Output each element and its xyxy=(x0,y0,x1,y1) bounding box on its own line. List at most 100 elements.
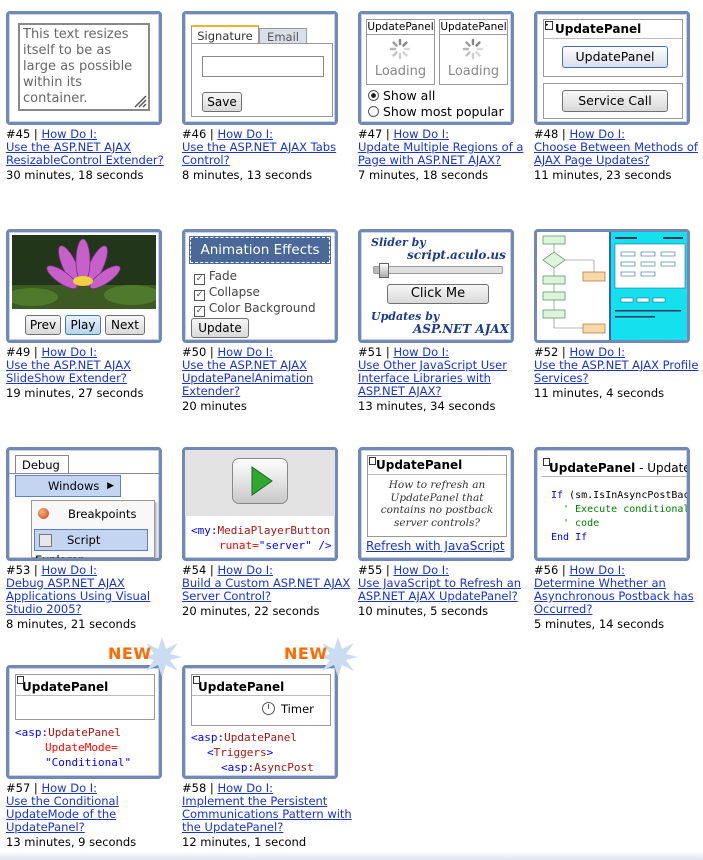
lotus-flower-photo xyxy=(12,235,156,309)
video-duration: 13 minutes, 34 seconds xyxy=(358,399,496,413)
menu-bar-line xyxy=(9,473,159,474)
video-duration: 5 minutes, 14 seconds xyxy=(534,617,665,631)
video-duration: 30 minutes, 18 seconds xyxy=(6,168,144,182)
thumbnail-45[interactable]: This text resizes itself to be as large … xyxy=(6,11,162,125)
how-do-i-link[interactable]: How Do I: xyxy=(569,345,625,359)
service-call-button: Service Call xyxy=(562,90,668,112)
spinner-icon xyxy=(389,38,411,60)
refresh-javascript-link: Refresh with JavaScript xyxy=(366,539,505,553)
new-badge: NEW xyxy=(108,644,152,663)
code-line-1: <my:MediaPlayerButton xyxy=(191,524,331,537)
thumbnail-54[interactable]: <my:MediaPlayerButton runat="server" /> xyxy=(182,447,338,561)
radio-selected-icon xyxy=(368,90,379,101)
update-panel-box: UpdatePanel How to refresh an UpdatePane… xyxy=(367,455,507,537)
windows-submenu: Breakpoints Script Explorer xyxy=(31,500,155,558)
animation-effects-header: Animation Effects xyxy=(189,236,331,264)
thumbnail-50[interactable]: Animation Effects ✓ Fade ✓ Collapse ✓ Co… xyxy=(182,229,338,343)
video-title-link[interactable]: Use the Conditional UpdateMode of the Up… xyxy=(6,794,119,834)
timer-control: Timer xyxy=(262,701,314,717)
update-panel-box: UpdatePanel Timer xyxy=(191,674,331,726)
video-title-link[interactable]: Implement the Persistent Communications … xyxy=(182,794,352,834)
video-duration: 20 minutes, 22 seconds xyxy=(182,604,320,618)
slider-handle xyxy=(379,263,389,278)
video-duration: 10 minutes, 5 seconds xyxy=(358,604,489,618)
panel-marker-icon xyxy=(543,458,550,466)
panel-marker-icon xyxy=(193,676,200,684)
video-title-link[interactable]: Determine Whether an Asynchronous Postba… xyxy=(534,576,694,616)
video-number: #50 | xyxy=(182,345,218,359)
how-do-i-link[interactable]: How Do I: xyxy=(217,781,273,795)
windows-menu-item: Windows ▶ xyxy=(15,475,121,497)
next-button: Next xyxy=(105,315,145,335)
thumbnail-58[interactable]: UpdatePanel Timer <asp:UpdatePanel <Trig… xyxy=(182,665,338,779)
thumbnail-56[interactable]: UpdatePanel - UpdatePane If (sm.IsInAsyn… xyxy=(534,447,690,561)
panel-title: UpdatePanel xyxy=(367,21,434,35)
how-do-i-link[interactable]: How Do I: xyxy=(217,345,273,359)
new-badge: NEW xyxy=(284,644,328,663)
video-number: #52 | xyxy=(534,345,570,359)
loading-text: Loading xyxy=(374,64,427,79)
update-panel-box: UpdatePanel xyxy=(15,674,155,720)
checkbox-checked-icon: ✓ xyxy=(194,274,205,285)
video-number: #47 | xyxy=(358,127,394,141)
video-duration: 12 minutes, 1 second xyxy=(182,835,307,849)
update-panel-left: UpdatePanel Loading xyxy=(366,19,435,85)
video-number: #53 | xyxy=(6,563,42,577)
update-panel-box: ▸ UpdatePanel UpdatePanel xyxy=(543,19,683,77)
thumbnail-47[interactable]: UpdatePanel Loading UpdatePanel Loading … xyxy=(358,11,514,125)
thumbnail-51[interactable]: Slider by script.aculo.us Click Me Updat… xyxy=(358,229,514,343)
how-do-i-link[interactable]: How Do I: xyxy=(569,563,625,577)
video-title-link[interactable]: Use the ASP.NET AJAX UpdatePanelAnimatio… xyxy=(182,358,313,398)
video-number: #48 | xyxy=(534,127,570,141)
how-do-i-link[interactable]: How Do I: xyxy=(41,781,97,795)
how-do-i-link[interactable]: How Do I: xyxy=(41,127,97,141)
video-title-link[interactable]: Build a Custom ASP.NET AJAX Server Contr… xyxy=(182,576,350,603)
how-do-i-link[interactable]: How Do I: xyxy=(217,563,273,577)
video-duration: 8 minutes, 21 seconds xyxy=(6,617,137,631)
video-title-link[interactable]: Choose Between Methods of AJAX Page Upda… xyxy=(534,140,698,167)
video-duration: 11 minutes, 4 seconds xyxy=(534,386,665,400)
panel-marker-icon xyxy=(17,676,24,684)
video-title-link[interactable]: Use the ASP.NET AJAX SlideShow Extender? xyxy=(6,358,131,385)
update-panel-header: UpdatePanel - UpdatePane xyxy=(541,456,687,477)
thumbnail-52[interactable] xyxy=(534,229,690,343)
video-title-link[interactable]: Use the ASP.NET AJAX Tabs Control? xyxy=(182,140,336,167)
option-color-background: ✓ Color Background xyxy=(194,301,316,317)
thumbnail-46[interactable]: Signature Email Save xyxy=(182,11,338,125)
click-me-button: Click Me xyxy=(387,284,489,304)
video-title-link[interactable]: Debug ASP.NET AJAX Applications Using Vi… xyxy=(6,576,150,616)
how-do-i-link[interactable]: How Do I: xyxy=(41,345,97,359)
video-title-link[interactable]: Use the ASP.NET AJAX ResizableControl Ex… xyxy=(6,140,164,167)
update-panel-header: UpdatePanel xyxy=(16,675,154,696)
tab-panel: Save xyxy=(191,43,333,117)
play-triangle-icon xyxy=(251,466,273,496)
video-title-link[interactable]: Use the ASP.NET AJAX Profile Services? xyxy=(534,358,698,385)
video-duration: 20 minutes xyxy=(182,399,247,413)
how-do-i-link[interactable]: How Do I: xyxy=(41,563,97,577)
resizable-box: This text resizes itself to be as large … xyxy=(18,23,150,111)
submenu-item-breakpoints: Breakpoints xyxy=(34,504,150,524)
how-do-i-link[interactable]: How Do I: xyxy=(217,127,273,141)
how-do-i-link[interactable]: How Do I: xyxy=(393,345,449,359)
how-do-i-link[interactable]: How Do I: xyxy=(393,127,449,141)
radio-show-popular: Show most popular xyxy=(368,104,504,119)
thumbnail-57[interactable]: UpdatePanel <asp:UpdatePanel UpdateMode=… xyxy=(6,665,162,779)
update-panel-header: ▸ UpdatePanel xyxy=(544,20,682,39)
panel-body-text: How to refresh an UpdatePanel that conta… xyxy=(380,479,494,529)
thumbnail-55[interactable]: UpdatePanel How to refresh an UpdatePane… xyxy=(358,447,514,561)
video-number: #56 | xyxy=(534,563,570,577)
video-number: #49 | xyxy=(6,345,42,359)
thumbnail-49[interactable]: Prev Play Next xyxy=(6,229,162,343)
how-do-i-link[interactable]: How Do I: xyxy=(569,127,625,141)
video-title-link[interactable]: Use JavaScript to Refresh an ASP.NET AJA… xyxy=(358,576,521,603)
video-duration: 13 minutes, 9 seconds xyxy=(6,835,137,849)
thumbnail-53[interactable]: Debug Windows ▶ Breakpoints Script Explo… xyxy=(6,447,162,561)
video-title-link[interactable]: Update Multiple Regions of a Page with A… xyxy=(358,140,523,167)
submenu-arrow-icon: ▶ xyxy=(107,481,114,491)
video-title-link[interactable]: Use Other JavaScript User Interface Libr… xyxy=(358,358,507,398)
video-number: #51 | xyxy=(358,345,394,359)
how-do-i-link[interactable]: How Do I: xyxy=(393,563,449,577)
radio-label: Show most popular xyxy=(382,104,504,119)
video-duration: 19 minutes, 27 seconds xyxy=(6,386,144,400)
thumbnail-48[interactable]: ▸ UpdatePanel UpdatePanel Service Call xyxy=(534,11,690,125)
